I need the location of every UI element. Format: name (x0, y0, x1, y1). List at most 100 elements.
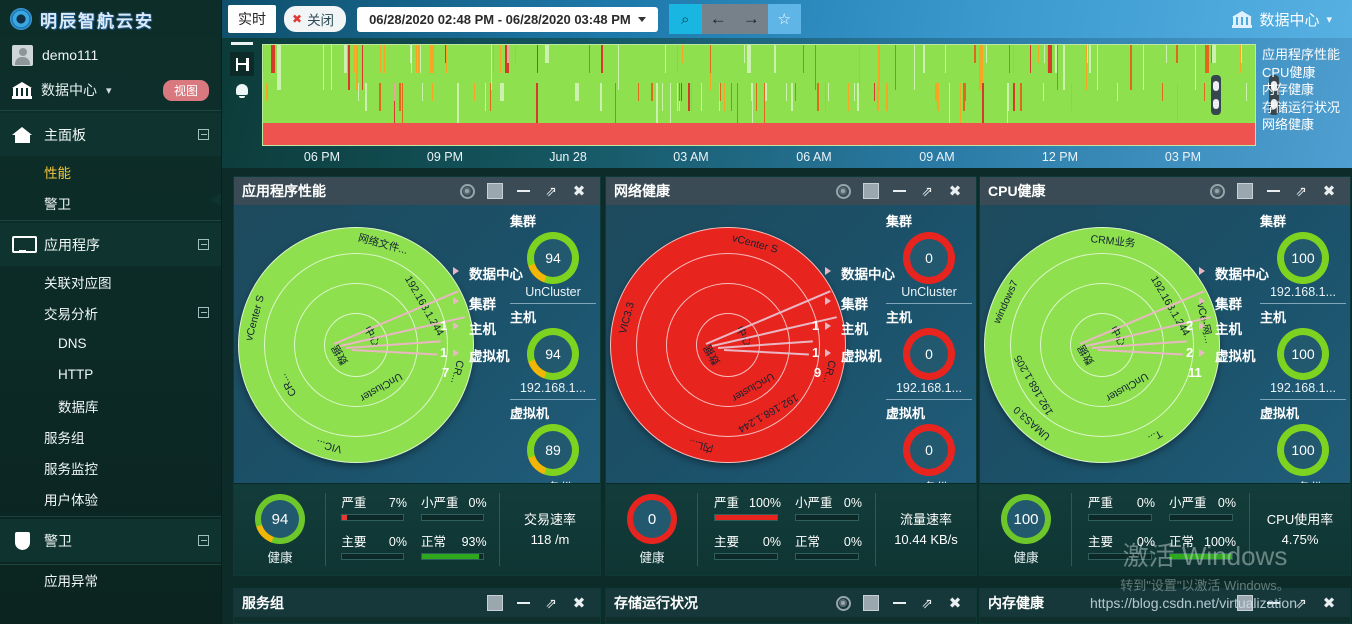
sidebar-item-dns[interactable]: DNS (0, 328, 221, 359)
severity-name: 小严重 (795, 496, 833, 510)
restore-square-icon[interactable] (482, 178, 508, 204)
sidebar-collapse-arrow-icon[interactable]: ◀ (208, 186, 221, 212)
user-row[interactable]: demo111 (0, 38, 221, 72)
close-realtime-button[interactable]: ✖ 关闭 (284, 6, 347, 32)
heatmap-streak (803, 45, 805, 73)
severity-stat: 正常 93% (421, 531, 487, 568)
severity-bar (421, 552, 484, 560)
severity-value: 0% (1136, 496, 1155, 510)
target-icon[interactable] (1204, 178, 1230, 204)
expand-icon[interactable]: ⇗ (538, 178, 564, 204)
heatmap-streak (751, 83, 753, 101)
heatmap-streak (323, 45, 325, 90)
restore-square-icon[interactable] (1232, 590, 1258, 616)
sidebar-item-applications[interactable]: 应用程序 (0, 223, 221, 266)
heatmap-streak (617, 45, 619, 90)
timeline-side-tools (226, 40, 258, 150)
sidebar-item-guard[interactable]: 警卫 (0, 519, 221, 562)
close-icon[interactable]: ✖ (942, 178, 968, 204)
chevron-down-icon: ▾ (106, 84, 112, 97)
floppy-save-icon[interactable] (230, 52, 254, 76)
health-gauge: 94 健康 (234, 484, 326, 575)
close-icon[interactable]: ✖ (1316, 590, 1342, 616)
panel-3: CPU健康 ⇗ ✖ CRM业务 vCe-网... T... UMAS3.0 windows7 1… (979, 176, 1351, 576)
heatmap-streak (514, 45, 516, 63)
forward-button[interactable]: → (734, 4, 768, 34)
severity-stat: 正常 100% (1169, 531, 1236, 568)
target-icon[interactable] (830, 178, 856, 204)
close-icon[interactable]: ✖ (566, 178, 592, 204)
close-icon[interactable]: ✖ (1316, 178, 1342, 204)
heatmap-streak (1042, 83, 1044, 101)
target-icon[interactable] (454, 178, 480, 204)
minimize-icon[interactable] (510, 178, 536, 204)
timeline-handle[interactable] (231, 42, 253, 45)
minimize-icon[interactable] (886, 178, 912, 204)
expand-icon[interactable]: ⇗ (1288, 590, 1314, 616)
sidebar-item-performance[interactable]: 性能 (0, 156, 221, 187)
collapse-toggle-icon[interactable] (198, 129, 209, 140)
heatmap-streak (985, 45, 987, 63)
close-icon[interactable]: ✖ (942, 590, 968, 616)
sidebar-item-dashboard[interactable]: 主面板 (0, 113, 221, 156)
heatmap-streak (651, 83, 653, 101)
sidebar-item-topology[interactable]: 关联对应图 (0, 266, 221, 297)
heatmap-streak (878, 45, 880, 90)
minimize-icon[interactable] (886, 590, 912, 616)
minimize-icon[interactable] (1260, 178, 1286, 204)
heatmap-streak (263, 45, 265, 73)
sidebar-item-transaction-analysis[interactable]: 交易分析 (0, 297, 221, 328)
restore-square-icon[interactable] (1232, 178, 1258, 204)
minimize-icon[interactable] (510, 590, 536, 616)
heatmap-streak (755, 83, 758, 111)
severity-value: 0% (762, 534, 781, 549)
close-icon[interactable]: ✖ (566, 590, 592, 616)
sidebar-item-http[interactable]: HTTP (0, 359, 221, 390)
avatar (12, 44, 33, 66)
bell-alert-icon[interactable] (235, 83, 249, 98)
collapse-toggle-icon[interactable] (198, 535, 209, 546)
sidebar-item-service-monitor[interactable]: 服务监控 (0, 452, 221, 483)
restore-square-icon[interactable] (482, 590, 508, 616)
view-badge[interactable]: 视图 (162, 79, 209, 101)
severity-name: 严重 (1088, 496, 1114, 510)
collapse-toggle-icon[interactable] (198, 239, 209, 250)
severity-value: 0% (468, 496, 487, 510)
date-range-picker[interactable]: 06/28/2020 02:48 PM - 06/28/2020 03:48 P… (357, 6, 658, 32)
sidebar-item-guard-1[interactable]: 警卫 (0, 187, 221, 218)
sidebar-divider (0, 564, 221, 565)
sidebar-item-label: 数据库 (58, 399, 99, 415)
restore-square-icon[interactable] (858, 590, 884, 616)
back-button[interactable]: ← (701, 4, 735, 34)
gauge-caption: UnCluster (901, 285, 957, 299)
brand-header: 明辰智航云安 (0, 0, 221, 38)
target-icon[interactable] (830, 590, 856, 616)
heatmap-streak (1087, 45, 1089, 63)
favorite-star-button[interactable]: ☆ (767, 4, 801, 34)
expand-icon[interactable]: ⇗ (914, 178, 940, 204)
realtime-button[interactable]: 实时 (228, 5, 276, 33)
heatmap-critical-band (263, 123, 1255, 145)
minimize-icon[interactable] (1260, 590, 1286, 616)
collapse-toggle-icon[interactable] (198, 307, 209, 318)
heatmap-streak (824, 83, 827, 111)
timeline-heatmap[interactable] (262, 44, 1279, 146)
datacenter-selector[interactable]: 数据中心 ▾ 视图 (0, 72, 221, 108)
expand-icon[interactable]: ⇗ (1288, 178, 1314, 204)
timeline-tick: 06 AM (796, 150, 832, 164)
restore-square-icon[interactable] (858, 178, 884, 204)
heatmap-range-handle[interactable] (1211, 75, 1221, 115)
sidebar-item-database[interactable]: 数据库 (0, 390, 221, 421)
severity-name: 主要 (1088, 534, 1114, 549)
heatmap-streak (937, 83, 939, 111)
sidebar-item-app-exception[interactable]: 应用异常 (0, 567, 221, 593)
expand-icon[interactable]: ⇗ (914, 590, 940, 616)
scope-selector[interactable]: 数据中心 ▾ (1232, 9, 1346, 30)
sidebar-item-user-experience[interactable]: 用户体验 (0, 483, 221, 514)
heatmap-streak (691, 83, 693, 111)
severity-bar (341, 552, 405, 560)
zoom-search-button[interactable]: ⌕ (668, 4, 702, 34)
severity-value: 100% (1204, 534, 1236, 549)
expand-icon[interactable]: ⇗ (538, 590, 564, 616)
sidebar-item-service-group[interactable]: 服务组 (0, 421, 221, 452)
